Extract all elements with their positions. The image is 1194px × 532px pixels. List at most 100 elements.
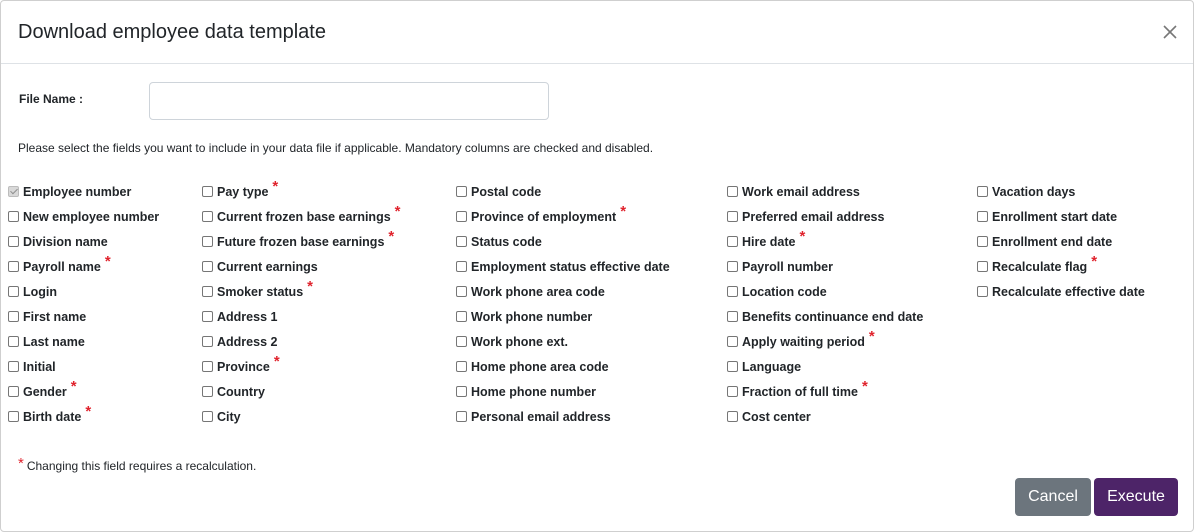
field-label: Status code: [471, 235, 542, 249]
field-option[interactable]: Pay type *: [202, 175, 401, 200]
field-checkbox[interactable]: [456, 236, 467, 247]
field-checkbox[interactable]: [456, 311, 467, 322]
field-option[interactable]: Preferred email address: [727, 200, 923, 225]
field-option[interactable]: Fraction of full time *: [727, 375, 923, 400]
field-option[interactable]: Cost center: [727, 400, 923, 425]
field-checkbox[interactable]: [727, 186, 738, 197]
field-option[interactable]: Language: [727, 350, 923, 375]
field-option[interactable]: Province *: [202, 350, 401, 375]
field-checkbox[interactable]: [977, 211, 988, 222]
field-checkbox[interactable]: [8, 386, 19, 397]
field-checkbox[interactable]: [8, 286, 19, 297]
field-checkbox[interactable]: [456, 261, 467, 272]
field-label: Address 2: [217, 335, 278, 349]
field-option[interactable]: Enrollment start date: [977, 200, 1145, 225]
field-option[interactable]: Benefits continuance end date: [727, 300, 923, 325]
field-label: Enrollment end date: [992, 235, 1113, 249]
field-option[interactable]: Login: [8, 275, 159, 300]
field-option[interactable]: Province of employment *: [456, 200, 670, 225]
field-checkbox[interactable]: [8, 361, 19, 372]
field-checkbox[interactable]: [8, 336, 19, 347]
field-checkbox[interactable]: [727, 336, 738, 347]
field-checkbox[interactable]: [8, 211, 19, 222]
field-option[interactable]: Home phone number: [456, 375, 670, 400]
field-checkbox[interactable]: [202, 261, 213, 272]
field-checkbox[interactable]: [727, 236, 738, 247]
field-checkbox[interactable]: [202, 311, 213, 322]
field-option[interactable]: Payroll number: [727, 250, 923, 275]
field-option[interactable]: Status code: [456, 225, 670, 250]
field-checkbox[interactable]: [456, 386, 467, 397]
field-option[interactable]: Enrollment end date: [977, 225, 1145, 250]
field-option[interactable]: Recalculate flag *: [977, 250, 1145, 275]
field-checkbox[interactable]: [727, 261, 738, 272]
field-option[interactable]: Address 1: [202, 300, 401, 325]
field-option[interactable]: Home phone area code: [456, 350, 670, 375]
field-option[interactable]: Work phone ext.: [456, 325, 670, 350]
field-option[interactable]: Address 2: [202, 325, 401, 350]
field-checkbox[interactable]: [977, 261, 988, 272]
field-option[interactable]: Hire date *: [727, 225, 923, 250]
field-checkbox[interactable]: [8, 311, 19, 322]
field-checkbox[interactable]: [727, 286, 738, 297]
field-checkbox[interactable]: [456, 211, 467, 222]
instructions-text: Please select the fields you want to inc…: [18, 141, 654, 155]
cancel-button[interactable]: Cancel: [1015, 478, 1091, 516]
field-option[interactable]: Employment status effective date: [456, 250, 670, 275]
required-star: *: [388, 228, 395, 245]
field-option[interactable]: Vacation days: [977, 175, 1145, 200]
field-checkbox[interactable]: [8, 261, 19, 272]
execute-button[interactable]: Execute: [1094, 478, 1178, 516]
field-checkbox[interactable]: [202, 336, 213, 347]
field-option[interactable]: Current earnings: [202, 250, 401, 275]
field-checkbox[interactable]: [202, 236, 213, 247]
field-checkbox[interactable]: [977, 286, 988, 297]
field-option[interactable]: Division name: [8, 225, 159, 250]
field-option[interactable]: Payroll name *: [8, 250, 159, 275]
field-checkbox[interactable]: [977, 186, 988, 197]
field-checkbox[interactable]: [456, 186, 467, 197]
field-checkbox[interactable]: [727, 386, 738, 397]
field-checkbox[interactable]: [456, 411, 467, 422]
field-checkbox[interactable]: [202, 186, 213, 197]
field-checkbox[interactable]: [727, 411, 738, 422]
field-option[interactable]: Gender *: [8, 375, 159, 400]
field-checkbox[interactable]: [202, 286, 213, 297]
field-checkbox[interactable]: [727, 311, 738, 322]
field-option[interactable]: Birth date *: [8, 400, 159, 425]
field-option[interactable]: New employee number: [8, 200, 159, 225]
field-checkbox[interactable]: [727, 361, 738, 372]
field-option[interactable]: Location code: [727, 275, 923, 300]
field-option[interactable]: Work email address: [727, 175, 923, 200]
field-checkbox[interactable]: [202, 411, 213, 422]
field-label: Payroll name: [23, 260, 101, 274]
field-option[interactable]: Current frozen base earnings *: [202, 200, 401, 225]
field-option[interactable]: Smoker status *: [202, 275, 401, 300]
field-checkbox[interactable]: [8, 411, 19, 422]
field-checkbox[interactable]: [456, 336, 467, 347]
field-label: Location code: [742, 285, 827, 299]
file-name-input[interactable]: [149, 82, 549, 120]
field-option[interactable]: City: [202, 400, 401, 425]
field-option[interactable]: Apply waiting period *: [727, 325, 923, 350]
field-option[interactable]: Work phone area code: [456, 275, 670, 300]
field-option[interactable]: Initial: [8, 350, 159, 375]
field-checkbox[interactable]: [202, 386, 213, 397]
field-option[interactable]: Postal code: [456, 175, 670, 200]
field-checkbox[interactable]: [977, 236, 988, 247]
field-checkbox[interactable]: [202, 361, 213, 372]
field-label: Gender: [23, 385, 67, 399]
field-checkbox[interactable]: [456, 361, 467, 372]
field-checkbox[interactable]: [456, 286, 467, 297]
close-button[interactable]: [1161, 23, 1179, 41]
field-option[interactable]: Country: [202, 375, 401, 400]
field-checkbox[interactable]: [727, 211, 738, 222]
field-checkbox[interactable]: [8, 236, 19, 247]
field-option[interactable]: First name: [8, 300, 159, 325]
field-checkbox[interactable]: [202, 211, 213, 222]
field-option[interactable]: Recalculate effective date: [977, 275, 1145, 300]
field-option[interactable]: Future frozen base earnings *: [202, 225, 401, 250]
field-option[interactable]: Personal email address: [456, 400, 670, 425]
field-option[interactable]: Work phone number: [456, 300, 670, 325]
field-option[interactable]: Last name: [8, 325, 159, 350]
